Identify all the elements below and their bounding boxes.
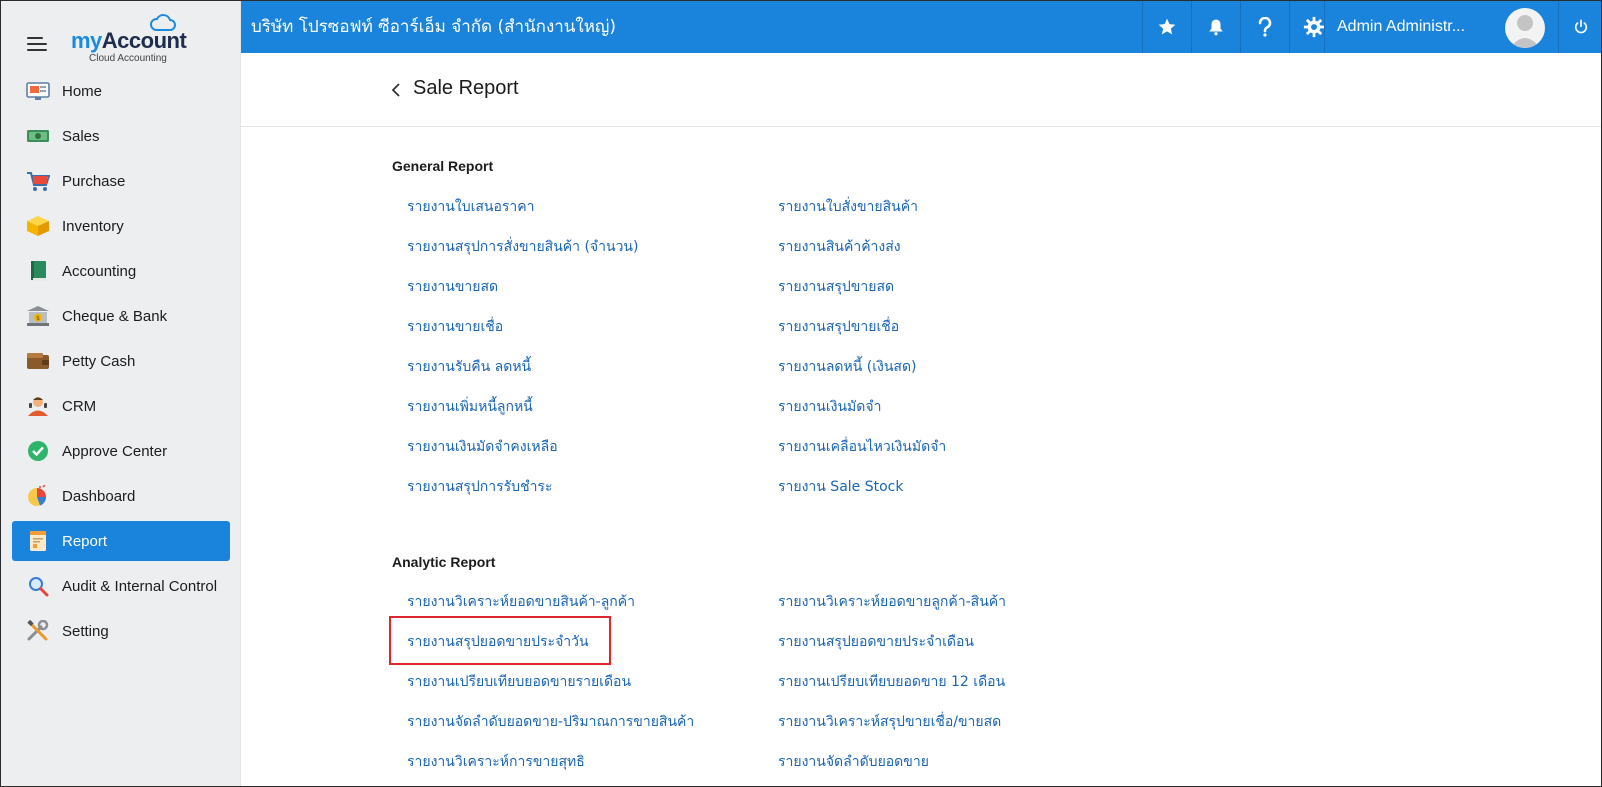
- wallet-icon: [26, 350, 50, 372]
- sidebar-item-label: Report: [62, 532, 108, 550]
- sidebar-item-label: Inventory: [62, 217, 124, 235]
- tools-icon: [26, 620, 50, 642]
- sidebar-item-label: Purchase: [62, 172, 126, 190]
- sidebar-item-cheque-bank[interactable]: $ Cheque & Bank: [12, 296, 230, 336]
- bank-icon: $: [26, 305, 50, 327]
- report-link[interactable]: รายงานขายเชื่อ: [407, 316, 503, 338]
- report-link[interactable]: รายงานสินค้าค้างส่ง: [778, 236, 901, 258]
- logo-wordmark: myAccount: [71, 28, 187, 53]
- report-link[interactable]: รายงานขายสด: [407, 276, 498, 298]
- sidebar-item-inventory[interactable]: Inventory: [12, 206, 230, 246]
- sidebar-item-label: Approve Center: [62, 442, 168, 460]
- top-bar: บริษัท โปรซอฟท์ ซีอาร์เอ็ม จำกัด (สำนักง…: [241, 1, 1601, 53]
- daily-sales-summary-link[interactable]: รายงานสรุปยอดขายประจำวัน: [407, 631, 589, 653]
- shopping-cart-icon: [26, 170, 50, 192]
- report-link[interactable]: รายงานรับคืน ลดหนี้: [407, 356, 531, 378]
- book-icon: [26, 260, 50, 282]
- report-link[interactable]: รายงานสรุปการสั่งขายสินค้า (จำนวน): [407, 236, 638, 258]
- logo[interactable]: myAccount Cloud Accounting: [71, 13, 191, 69]
- sidebar-item-label: CRM: [62, 397, 97, 415]
- report-link[interactable]: รายงานเงินมัดจำ: [778, 396, 881, 418]
- sidebar-nav: Home Sales Purchase Inventory Accounting…: [12, 71, 230, 656]
- user-name: Admin Administr...: [1337, 18, 1466, 35]
- sidebar-item-label: Setting: [62, 622, 109, 640]
- report-icon: [26, 530, 50, 552]
- sidebar-item-purchase[interactable]: Purchase: [12, 161, 230, 201]
- magnifier-icon: [26, 575, 50, 597]
- general-report-heading: General Report: [392, 158, 494, 174]
- menu-toggle-icon[interactable]: [27, 37, 47, 53]
- analytic-report-heading: Analytic Report: [392, 554, 496, 570]
- report-link[interactable]: รายงานเปรียบเทียบยอดขาย 12 เดือน: [778, 671, 1005, 693]
- report-link[interactable]: รายงานวิเคราะห์การขายสุทธิ: [407, 751, 585, 773]
- sidebar-item-label: Home: [62, 82, 103, 100]
- report-link[interactable]: รายงานลดหนี้ (เงินสด): [778, 356, 917, 378]
- bell-icon: [1209, 19, 1223, 36]
- sidebar-item-petty-cash[interactable]: Petty Cash: [12, 341, 230, 381]
- sidebar-item-label: Dashboard: [62, 487, 136, 505]
- report-link[interactable]: รายงานใบสั่งขายสินค้า: [778, 196, 918, 218]
- sidebar-item-home[interactable]: Home: [12, 71, 230, 111]
- report-link[interactable]: รายงานวิเคราะห์สรุปขายเชื่อ/ขายสด: [778, 711, 1001, 733]
- sidebar-item-label: Audit & Internal Control: [62, 577, 218, 595]
- power-icon: [1574, 19, 1588, 34]
- sidebar-item-report[interactable]: Report: [12, 521, 230, 561]
- company-name: บริษัท โปรซอฟท์ ซีอาร์เอ็ม จำกัด (สำนักง…: [251, 17, 617, 37]
- sidebar-item-approve-center[interactable]: Approve Center: [12, 431, 230, 471]
- sidebar-item-audit-internal-control[interactable]: Audit & Internal Control: [12, 566, 230, 606]
- person-icon: [26, 395, 50, 417]
- report-link[interactable]: รายงานจัดลำดับยอดขาย: [778, 751, 929, 773]
- avatar[interactable]: [1505, 8, 1545, 48]
- app-window: myAccount Cloud Accounting Home Sales Pu…: [0, 0, 1602, 787]
- pie-chart-icon: [26, 485, 50, 507]
- report-link[interactable]: รายงานวิเคราะห์ยอดขายสินค้า-ลูกค้า: [407, 591, 635, 613]
- notifications-button[interactable]: [1191, 1, 1240, 53]
- report-link[interactable]: รายงาน Sale Stock: [778, 476, 903, 498]
- logo-subtitle: Cloud Accounting: [89, 53, 167, 64]
- sidebar-item-accounting[interactable]: Accounting: [12, 251, 230, 291]
- sidebar: myAccount Cloud Accounting Home Sales Pu…: [1, 1, 241, 786]
- report-link[interactable]: รายงานจัดลำดับยอดขาย-ปริมาณการขายสินค้า: [407, 711, 694, 733]
- report-link[interactable]: รายงานสรุปขายสด: [778, 276, 894, 298]
- report-link[interactable]: รายงานเพิ่มหนี้ลูกหนี้: [407, 396, 533, 418]
- report-link[interactable]: รายงานใบเสนอราคา: [407, 196, 535, 218]
- report-link[interactable]: รายงานสรุปขายเชื่อ: [778, 316, 899, 338]
- star-icon: [1158, 18, 1176, 35]
- sidebar-item-label: Cheque & Bank: [62, 307, 168, 325]
- report-link[interactable]: รายงานเปรียบเทียบยอดขายรายเดือน: [407, 671, 631, 693]
- report-link[interactable]: รายงานสรุปยอดขายประจำเดือน: [778, 631, 974, 653]
- sidebar-item-label: Petty Cash: [62, 352, 136, 370]
- back-chevron-icon[interactable]: [389, 81, 403, 99]
- page-header: Sale Report: [241, 53, 1601, 127]
- sidebar-item-crm[interactable]: CRM: [12, 386, 230, 426]
- check-circle-icon: [26, 440, 50, 462]
- report-link[interactable]: รายงานเงินมัดจำคงเหลือ: [407, 436, 558, 458]
- help-button[interactable]: [1240, 1, 1289, 53]
- avatar-person-icon: [1510, 15, 1540, 48]
- cash-icon: [26, 125, 50, 147]
- svg-text:$: $: [36, 315, 40, 322]
- sidebar-item-label: Sales: [62, 127, 100, 145]
- report-link[interactable]: รายงานวิเคราะห์ยอดขายลูกค้า-สินค้า: [778, 591, 1006, 613]
- sidebar-item-dashboard[interactable]: Dashboard: [12, 476, 230, 516]
- home-monitor-icon: [26, 80, 50, 102]
- page-title: Sale Report: [413, 77, 519, 99]
- sidebar-item-setting[interactable]: Setting: [12, 611, 230, 651]
- report-link[interactable]: รายงานสรุปการรับชำระ: [407, 476, 552, 498]
- report-link[interactable]: รายงานเคลื่อนไหวเงินมัดจำ: [778, 436, 946, 458]
- favorites-button[interactable]: [1142, 1, 1191, 53]
- gear-icon: [1303, 16, 1325, 38]
- sidebar-item-label: Accounting: [62, 262, 137, 280]
- sidebar-item-sales[interactable]: Sales: [12, 116, 230, 156]
- user-menu[interactable]: Admin Administr...: [1324, 1, 1558, 53]
- box-icon: [26, 215, 50, 237]
- help-icon: [1258, 17, 1272, 37]
- logout-button[interactable]: [1558, 1, 1601, 53]
